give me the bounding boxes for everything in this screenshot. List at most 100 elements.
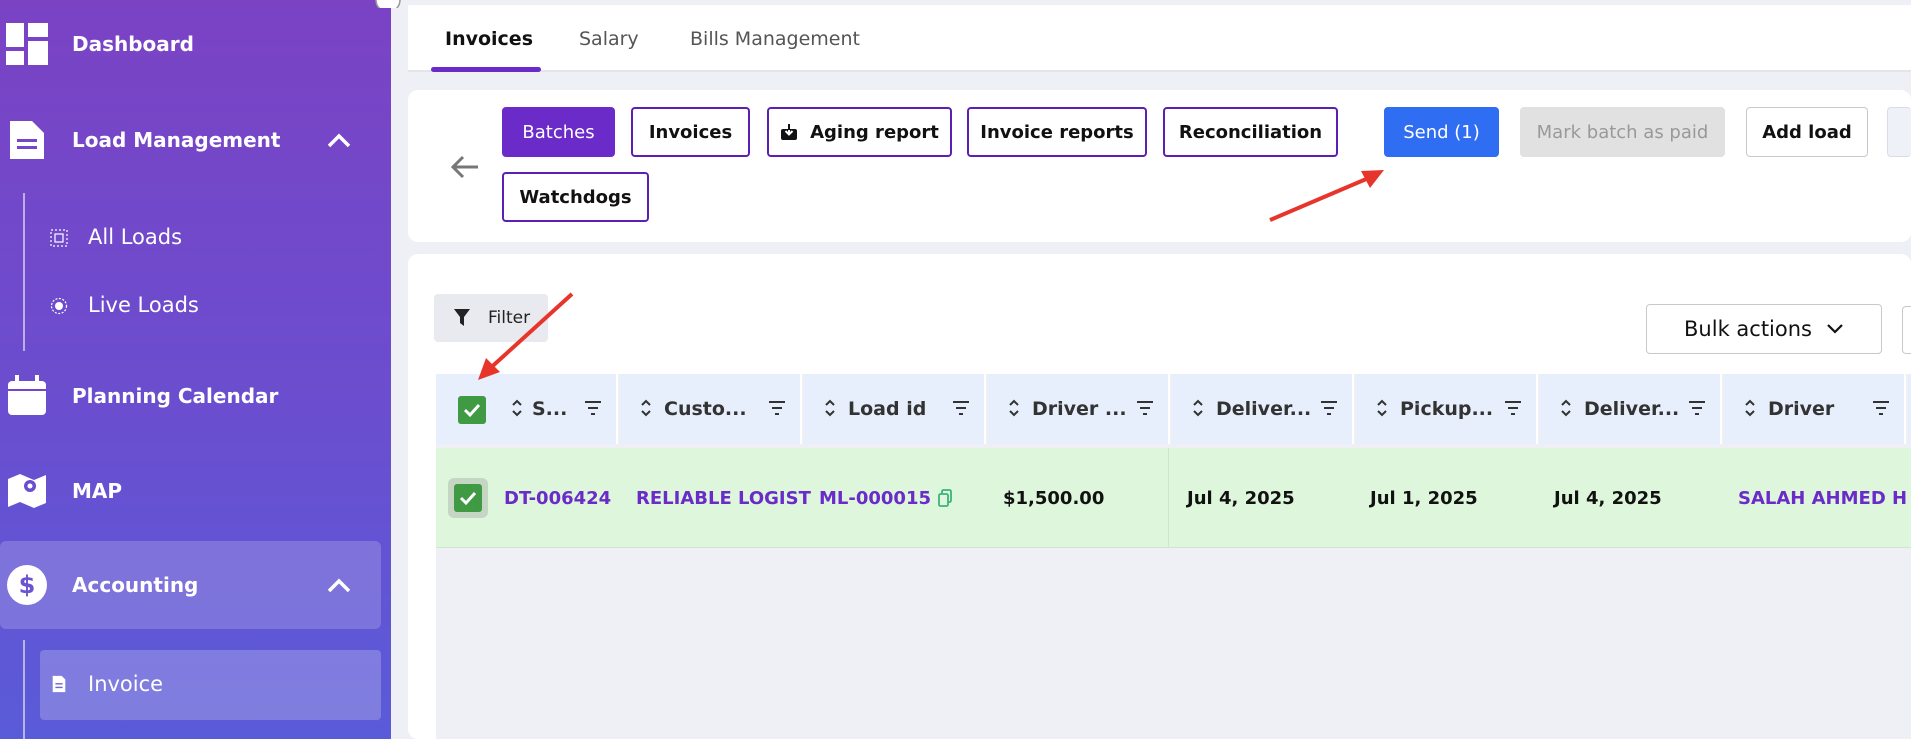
- column-divider: [1168, 448, 1169, 548]
- filter-lines-icon[interactable]: [584, 400, 602, 416]
- tree-line: [23, 640, 25, 739]
- back-arrow-icon[interactable]: [448, 150, 482, 184]
- chevron-down-icon: [1827, 324, 1843, 334]
- row-checkbox-halo: [448, 478, 488, 518]
- column-header-load-id[interactable]: Load id: [804, 374, 986, 444]
- sidebar-item-label: Invoice: [88, 672, 164, 696]
- svg-text:$: $: [19, 571, 36, 599]
- invoice-reports-button[interactable]: Invoice reports: [967, 107, 1147, 157]
- sort-icon[interactable]: [1560, 398, 1572, 418]
- bulk-actions-button[interactable]: Bulk actions: [1646, 304, 1882, 354]
- pickup-date-cell: Jul 1, 2025: [1370, 487, 1478, 509]
- sort-icon[interactable]: [640, 398, 652, 418]
- map-icon: [8, 474, 46, 508]
- filter-lines-icon[interactable]: [1872, 400, 1890, 416]
- sort-icon[interactable]: [1376, 398, 1388, 418]
- filter-lines-icon[interactable]: [1136, 400, 1154, 416]
- column-header-label: Load id: [848, 398, 927, 420]
- invoices-button[interactable]: Invoices: [631, 107, 750, 157]
- column-header-pickup[interactable]: Pickup...: [1356, 374, 1538, 444]
- dollar-icon: $: [7, 565, 47, 605]
- copy-icon-cell[interactable]: [938, 448, 952, 548]
- customer-link[interactable]: RELIABLE LOGIST: [636, 448, 811, 548]
- column-header-driver-pay[interactable]: Driver ...: [988, 374, 1170, 444]
- sort-icon[interactable]: [1192, 398, 1204, 418]
- tab-bills-management[interactable]: Bills Management: [690, 5, 860, 72]
- column-header-label: Deliver...: [1216, 398, 1312, 420]
- delivery-date-cell: Jul 4, 2025: [1187, 487, 1295, 509]
- tab-invoices[interactable]: Invoices: [445, 5, 533, 72]
- filter-lines-icon[interactable]: [952, 400, 970, 416]
- filter-lines-icon[interactable]: [1688, 400, 1706, 416]
- sidebar-item-invoice[interactable]: Invoice: [40, 650, 381, 720]
- column-header-customer[interactable]: Custo...: [620, 374, 802, 444]
- collapse-handle-icon[interactable]: [374, 0, 402, 8]
- row-select-cell[interactable]: [448, 448, 488, 548]
- square-dots-icon: [50, 229, 68, 247]
- batch-id-link[interactable]: DT-006424: [504, 448, 611, 548]
- sidebar-item-accounting[interactable]: $ Accounting: [0, 541, 381, 629]
- dashboard-icon: [6, 23, 48, 65]
- add-load-button[interactable]: Add load: [1746, 107, 1868, 157]
- overflow-button[interactable]: [1887, 107, 1911, 157]
- sort-icon[interactable]: [824, 398, 836, 418]
- sort-icon[interactable]: [1744, 398, 1756, 418]
- invoice-table-card: Filter Bulk actions S... Custo... Load i…: [408, 254, 1911, 739]
- load-id-link[interactable]: ML-000015: [819, 448, 931, 548]
- chevron-up-icon[interactable]: [325, 571, 353, 599]
- radio-dot-icon: [50, 297, 68, 315]
- download-icon: [781, 124, 798, 140]
- filter-lines-icon[interactable]: [768, 400, 786, 416]
- tab-salary[interactable]: Salary: [579, 5, 639, 72]
- partial-control[interactable]: [1902, 306, 1911, 354]
- column-header-delivery-2[interactable]: Deliver...: [1540, 374, 1722, 444]
- delivery-date-2-cell: Jul 4, 2025: [1554, 487, 1662, 509]
- batches-button[interactable]: Batches: [502, 107, 615, 157]
- document-icon: [10, 121, 44, 159]
- sidebar-item-label: Accounting: [72, 573, 199, 597]
- column-header-label: Deliver...: [1584, 398, 1680, 420]
- column-header-delivery[interactable]: Deliver...: [1172, 374, 1354, 444]
- annotation-arrow-checkbox: [478, 292, 574, 380]
- column-header-driver[interactable]: Driver: [1724, 374, 1906, 444]
- check-icon: [463, 403, 481, 418]
- sidebar-item-label: Planning Calendar: [72, 384, 279, 408]
- sidebar-item-label: Live Loads: [88, 293, 199, 317]
- sidebar-item-dashboard[interactable]: Dashboard: [0, 0, 381, 88]
- column-header-label: Custo...: [664, 398, 747, 420]
- sidebar-item-map[interactable]: MAP: [0, 447, 381, 535]
- filter-lines-icon[interactable]: [1504, 400, 1522, 416]
- select-all-checkbox[interactable]: [458, 396, 486, 424]
- sort-icon[interactable]: [511, 398, 523, 418]
- reconciliation-button[interactable]: Reconciliation: [1163, 107, 1338, 157]
- sidebar-item-live-loads[interactable]: Live Loads: [40, 271, 381, 341]
- sidebar-item-all-loads[interactable]: All Loads: [40, 203, 381, 273]
- sidebar-item-label: All Loads: [88, 225, 183, 249]
- copy-icon[interactable]: [938, 489, 952, 507]
- invoice-icon: [52, 675, 66, 693]
- watchdogs-button[interactable]: Watchdogs: [502, 172, 649, 222]
- table-row[interactable]: DT-006424 RELIABLE LOGIST ML-000015 $1,5…: [436, 448, 1911, 548]
- send-button[interactable]: Send (1): [1384, 107, 1499, 157]
- column-header-label: Pickup...: [1400, 398, 1494, 420]
- tab-active-indicator: [431, 67, 541, 72]
- aging-report-label: Aging report: [810, 121, 939, 143]
- sidebar-item-label: Dashboard: [72, 32, 194, 56]
- tree-line: [23, 193, 25, 351]
- filter-lines-icon[interactable]: [1320, 400, 1338, 416]
- check-icon: [459, 491, 477, 506]
- sidebar-item-planning-calendar[interactable]: Planning Calendar: [0, 352, 381, 440]
- aging-report-button[interactable]: Aging report: [767, 107, 952, 157]
- chevron-up-icon[interactable]: [325, 126, 353, 154]
- row-checkbox[interactable]: [454, 484, 482, 512]
- driver-link[interactable]: SALAH AHMED H: [1738, 448, 1907, 548]
- sidebar-item-label: Load Management: [72, 128, 281, 152]
- toolbar: Batches Invoices Aging report Invoice re…: [408, 90, 1911, 242]
- driver-pay-cell: $1,500.00: [1003, 487, 1105, 509]
- mark-batch-paid-button[interactable]: Mark batch as paid: [1520, 107, 1725, 157]
- sort-icon[interactable]: [1008, 398, 1020, 418]
- sidebar: Dashboard Load Management All Loads Live…: [0, 0, 391, 739]
- sidebar-item-load-management[interactable]: Load Management: [0, 96, 381, 184]
- column-header-label: Driver ...: [1032, 398, 1127, 420]
- calendar-icon: [8, 375, 46, 415]
